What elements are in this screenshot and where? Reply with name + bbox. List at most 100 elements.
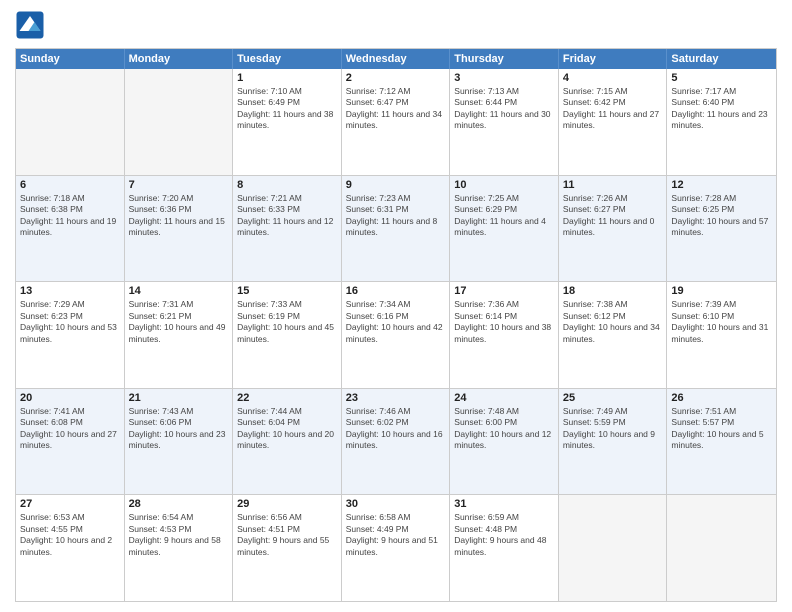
calendar-cell: 20Sunrise: 7:41 AM Sunset: 6:08 PM Dayli… — [16, 389, 125, 495]
calendar-cell — [667, 495, 776, 601]
day-info: Sunrise: 7:43 AM Sunset: 6:06 PM Dayligh… — [129, 406, 229, 452]
calendar-cell: 13 Sunrise: 7:29 AM Sunset: 6:23 PM Dayli… — [16, 282, 125, 388]
day-number: 16 — [346, 285, 446, 297]
calendar-cell: 31 Sunrise: 6:59 AM Sunset: 4:48 PM Dayli… — [450, 495, 559, 601]
header — [15, 10, 777, 40]
day-number: 3 — [454, 72, 554, 84]
calendar-header-cell: Sunday — [16, 49, 125, 69]
day-info: Sunrise: 6:53 AM Sunset: 4:55 PM Dayligh… — [20, 512, 120, 558]
day-info: Sunrise: 6:56 AM Sunset: 4:51 PM Dayligh… — [237, 512, 337, 558]
day-number: 17 — [454, 285, 554, 297]
day-number: 1 — [237, 72, 337, 84]
calendar-cell: 3 Sunrise: 7:13 AM Sunset: 6:44 PM Daylig… — [450, 69, 559, 175]
calendar-week: 20Sunrise: 7:41 AM Sunset: 6:08 PM Dayli… — [16, 388, 776, 495]
calendar-cell: 10 Sunrise: 7:25 AM Sunset: 6:29 PM Dayli… — [450, 176, 559, 282]
day-info: Sunrise: 7:21 AM Sunset: 6:33 PM Dayligh… — [237, 193, 337, 239]
day-number: 27 — [20, 498, 120, 510]
calendar-header-cell: Monday — [125, 49, 234, 69]
day-info: Sunrise: 7:31 AM Sunset: 6:21 PM Dayligh… — [129, 299, 229, 345]
calendar-cell: 6Sunrise: 7:18 AM Sunset: 6:38 PM Daylig… — [16, 176, 125, 282]
day-info: Sunrise: 7:33 AM Sunset: 6:19 PM Dayligh… — [237, 299, 337, 345]
day-info: Sunrise: 6:58 AM Sunset: 4:49 PM Dayligh… — [346, 512, 446, 558]
day-number: 2 — [346, 72, 446, 84]
calendar-cell: 1Sunrise: 7:10 AM Sunset: 6:49 PM Daylig… — [233, 69, 342, 175]
day-number: 29 — [237, 498, 337, 510]
calendar-body: 1Sunrise: 7:10 AM Sunset: 6:49 PM Daylig… — [16, 69, 776, 601]
calendar-cell: 28 Sunrise: 6:54 AM Sunset: 4:53 PM Dayli… — [125, 495, 234, 601]
day-info: Sunrise: 7:28 AM Sunset: 6:25 PM Dayligh… — [671, 193, 772, 239]
calendar-cell: 17Sunrise: 7:36 AM Sunset: 6:14 PM Dayli… — [450, 282, 559, 388]
page: SundayMondayTuesdayWednesdayThursdayFrid… — [0, 0, 792, 612]
calendar-cell: 5 Sunrise: 7:17 AM Sunset: 6:40 PM Daylig… — [667, 69, 776, 175]
calendar-cell: 22Sunrise: 7:44 AM Sunset: 6:04 PM Dayli… — [233, 389, 342, 495]
day-number: 23 — [346, 392, 446, 404]
calendar-cell: 23 Sunrise: 7:46 AM Sunset: 6:02 PM Dayli… — [342, 389, 451, 495]
calendar-week: 27 Sunrise: 6:53 AM Sunset: 4:55 PM Dayli… — [16, 494, 776, 601]
day-info: Sunrise: 7:44 AM Sunset: 6:04 PM Dayligh… — [237, 406, 337, 452]
day-number: 9 — [346, 179, 446, 191]
day-number: 28 — [129, 498, 229, 510]
day-number: 25 — [563, 392, 663, 404]
day-number: 20 — [20, 392, 120, 404]
calendar-cell: 30 Sunrise: 6:58 AM Sunset: 4:49 PM Dayli… — [342, 495, 451, 601]
calendar-cell: 18 Sunrise: 7:38 AM Sunset: 6:12 PM Dayli… — [559, 282, 668, 388]
day-number: 4 — [563, 72, 663, 84]
day-info: Sunrise: 7:29 AM Sunset: 6:23 PM Dayligh… — [20, 299, 120, 345]
calendar-cell: 27 Sunrise: 6:53 AM Sunset: 4:55 PM Dayli… — [16, 495, 125, 601]
day-info: Sunrise: 7:17 AM Sunset: 6:40 PM Dayligh… — [671, 86, 772, 132]
calendar-cell: 21Sunrise: 7:43 AM Sunset: 6:06 PM Dayli… — [125, 389, 234, 495]
day-info: Sunrise: 7:38 AM Sunset: 6:12 PM Dayligh… — [563, 299, 663, 345]
calendar-header-cell: Thursday — [450, 49, 559, 69]
calendar-cell: 4 Sunrise: 7:15 AM Sunset: 6:42 PM Daylig… — [559, 69, 668, 175]
day-info: Sunrise: 7:34 AM Sunset: 6:16 PM Dayligh… — [346, 299, 446, 345]
logo — [15, 10, 49, 40]
calendar-cell: 24 Sunrise: 7:48 AM Sunset: 6:00 PM Dayli… — [450, 389, 559, 495]
calendar-cell: 15 Sunrise: 7:33 AM Sunset: 6:19 PM Dayli… — [233, 282, 342, 388]
day-info: Sunrise: 7:12 AM Sunset: 6:47 PM Dayligh… — [346, 86, 446, 132]
calendar-week: 1Sunrise: 7:10 AM Sunset: 6:49 PM Daylig… — [16, 69, 776, 175]
day-info: Sunrise: 7:20 AM Sunset: 6:36 PM Dayligh… — [129, 193, 229, 239]
day-number: 19 — [671, 285, 772, 297]
calendar-cell — [125, 69, 234, 175]
day-info: Sunrise: 6:59 AM Sunset: 4:48 PM Dayligh… — [454, 512, 554, 558]
calendar-cell: 29 Sunrise: 6:56 AM Sunset: 4:51 PM Dayli… — [233, 495, 342, 601]
calendar-cell — [16, 69, 125, 175]
calendar-week: 13 Sunrise: 7:29 AM Sunset: 6:23 PM Dayli… — [16, 281, 776, 388]
day-info: Sunrise: 7:15 AM Sunset: 6:42 PM Dayligh… — [563, 86, 663, 132]
calendar-cell: 25 Sunrise: 7:49 AM Sunset: 5:59 PM Dayli… — [559, 389, 668, 495]
day-info: Sunrise: 7:23 AM Sunset: 6:31 PM Dayligh… — [346, 193, 446, 239]
calendar-header-cell: Friday — [559, 49, 668, 69]
day-info: Sunrise: 7:26 AM Sunset: 6:27 PM Dayligh… — [563, 193, 663, 239]
day-number: 18 — [563, 285, 663, 297]
day-number: 6 — [20, 179, 120, 191]
calendar-cell: 9 Sunrise: 7:23 AM Sunset: 6:31 PM Daylig… — [342, 176, 451, 282]
day-info: Sunrise: 7:46 AM Sunset: 6:02 PM Dayligh… — [346, 406, 446, 452]
calendar-week: 6Sunrise: 7:18 AM Sunset: 6:38 PM Daylig… — [16, 175, 776, 282]
calendar-cell: 2 Sunrise: 7:12 AM Sunset: 6:47 PM Daylig… — [342, 69, 451, 175]
calendar-cell: 12 Sunrise: 7:28 AM Sunset: 6:25 PM Dayli… — [667, 176, 776, 282]
day-info: Sunrise: 7:51 AM Sunset: 5:57 PM Dayligh… — [671, 406, 772, 452]
calendar: SundayMondayTuesdayWednesdayThursdayFrid… — [15, 48, 777, 602]
day-info: Sunrise: 7:48 AM Sunset: 6:00 PM Dayligh… — [454, 406, 554, 452]
day-info: Sunrise: 7:49 AM Sunset: 5:59 PM Dayligh… — [563, 406, 663, 452]
day-number: 10 — [454, 179, 554, 191]
calendar-header-cell: Tuesday — [233, 49, 342, 69]
calendar-cell: 26Sunrise: 7:51 AM Sunset: 5:57 PM Dayli… — [667, 389, 776, 495]
day-number: 31 — [454, 498, 554, 510]
day-number: 8 — [237, 179, 337, 191]
day-number: 30 — [346, 498, 446, 510]
day-info: Sunrise: 7:25 AM Sunset: 6:29 PM Dayligh… — [454, 193, 554, 239]
day-info: Sunrise: 6:54 AM Sunset: 4:53 PM Dayligh… — [129, 512, 229, 558]
calendar-cell — [559, 495, 668, 601]
calendar-header-cell: Saturday — [667, 49, 776, 69]
day-info: Sunrise: 7:39 AM Sunset: 6:10 PM Dayligh… — [671, 299, 772, 345]
day-number: 15 — [237, 285, 337, 297]
logo-icon — [15, 10, 45, 40]
day-info: Sunrise: 7:13 AM Sunset: 6:44 PM Dayligh… — [454, 86, 554, 132]
day-number: 13 — [20, 285, 120, 297]
calendar-cell: 11 Sunrise: 7:26 AM Sunset: 6:27 PM Dayli… — [559, 176, 668, 282]
day-number: 12 — [671, 179, 772, 191]
day-number: 11 — [563, 179, 663, 191]
day-number: 24 — [454, 392, 554, 404]
day-number: 5 — [671, 72, 772, 84]
